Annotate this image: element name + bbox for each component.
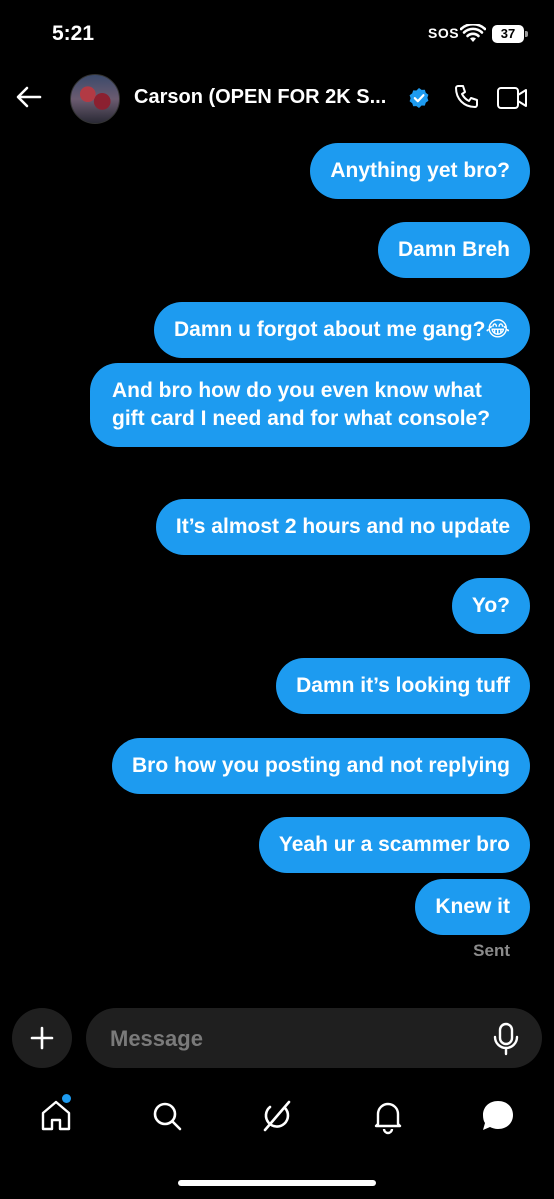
- message-bubble[interactable]: And bro how do you even know what gift c…: [90, 363, 530, 447]
- conversation-header: Carson (OPEN FOR 2K S...: [0, 66, 554, 130]
- sos-indicator: SOS: [428, 25, 460, 41]
- battery-icon: 37: [492, 25, 524, 43]
- message-bubble[interactable]: Knew it: [415, 879, 530, 935]
- message-bubble[interactable]: It’s almost 2 hours and no update: [155, 499, 530, 555]
- contact-name[interactable]: Carson (OPEN FOR 2K S...: [134, 86, 396, 109]
- microphone-icon[interactable]: [490, 1022, 522, 1061]
- message-bubble[interactable]: Bro how you posting and not replying: [112, 738, 530, 794]
- message-bubble[interactable]: Damn Breh: [377, 222, 530, 278]
- add-attachment-button[interactable]: [12, 1008, 72, 1068]
- message-bubble[interactable]: Damn it’s looking tuff: [276, 658, 530, 714]
- home-icon[interactable]: [36, 1096, 76, 1136]
- battery-tip: [525, 31, 528, 37]
- message-input[interactable]: [108, 1008, 472, 1070]
- grok-icon[interactable]: [257, 1096, 297, 1136]
- message-composer: [86, 1008, 542, 1070]
- phone-call-icon[interactable]: [452, 83, 480, 116]
- wifi-icon: [459, 22, 487, 49]
- sent-status: Sent: [473, 941, 510, 960]
- message-bubble[interactable]: Yo?: [451, 578, 530, 634]
- notifications-icon[interactable]: [368, 1096, 408, 1136]
- message-bubble[interactable]: Anything yet bro?: [310, 143, 530, 199]
- video-call-icon[interactable]: [496, 85, 528, 116]
- status-bar: 5:21 SOS 37: [0, 0, 554, 64]
- plus-icon: [30, 1026, 54, 1050]
- message-bubble[interactable]: Damn u forgot about me gang?😂: [153, 302, 530, 358]
- verified-badge-icon: [408, 87, 430, 114]
- avatar[interactable]: [70, 74, 120, 124]
- notification-dot: [62, 1094, 71, 1103]
- messages-icon[interactable]: [478, 1096, 518, 1136]
- message-bubble[interactable]: Yeah ur a scammer bro: [258, 817, 530, 873]
- back-arrow-icon[interactable]: [14, 82, 44, 112]
- home-indicator: [178, 1180, 376, 1186]
- status-time: 5:21: [52, 22, 95, 45]
- search-icon[interactable]: [147, 1096, 187, 1136]
